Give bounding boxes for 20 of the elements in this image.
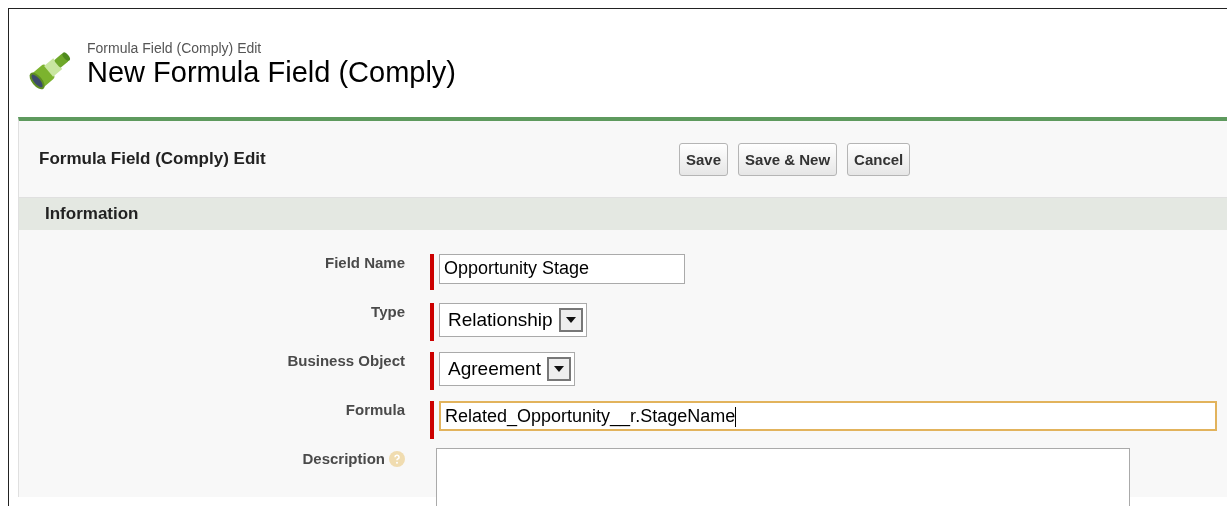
page-subtitle: Formula Field (Comply) Edit <box>87 40 263 56</box>
field-label: Field Name <box>324 254 405 271</box>
textarea-field[interactable] <box>436 448 1130 506</box>
text-field[interactable]: Opportunity Stage <box>439 254 685 284</box>
action-button[interactable]: Save <box>679 142 729 176</box>
dropdown-arrow-icon <box>565 317 576 323</box>
action-button[interactable]: Cancel <box>847 142 911 176</box>
field-label: Business Object <box>287 352 405 369</box>
help-icon <box>389 450 405 467</box>
field-label: Formula <box>345 401 405 418</box>
dropdown-field[interactable]: Relationship <box>439 303 587 337</box>
action-button[interactable]: Save & New <box>738 142 838 176</box>
text-field[interactable]: Related_Opportunity__r.StageName <box>439 401 1217 431</box>
field-label: Description <box>302 450 385 467</box>
field-label: Type <box>371 303 405 320</box>
panel-title: Formula Field (Comply) Edit <box>39 149 267 169</box>
dropdown-field[interactable]: Agreement <box>439 352 575 386</box>
section-title: Information <box>45 204 139 224</box>
dropdown-arrow-icon <box>553 366 564 372</box>
page-title: New Formula Field (Comply) <box>87 56 456 88</box>
